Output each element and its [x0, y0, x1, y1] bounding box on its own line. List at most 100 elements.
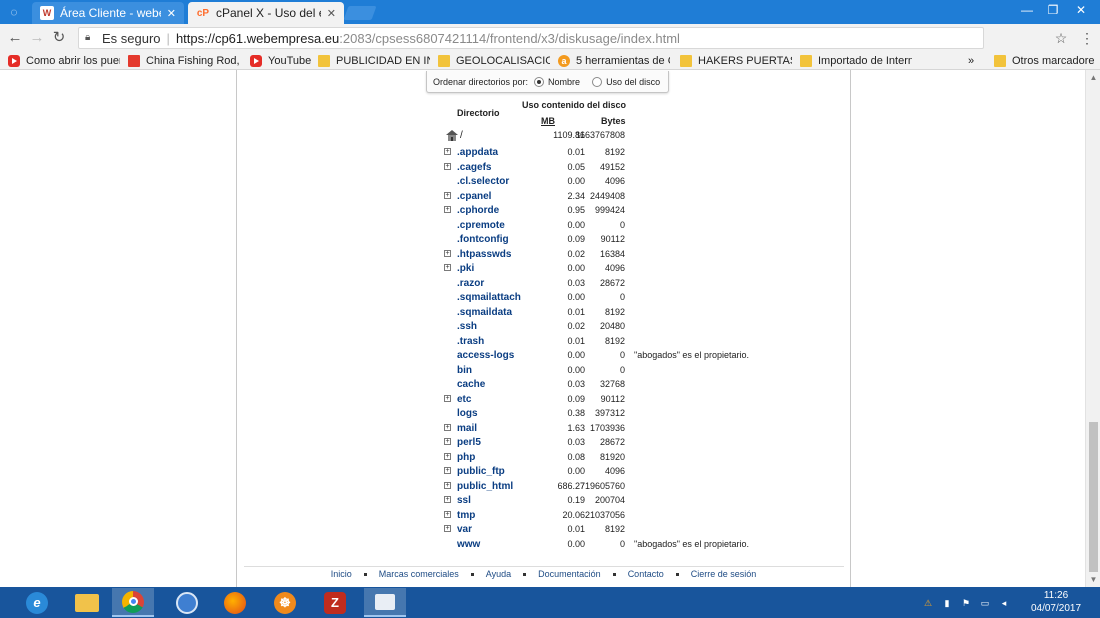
directory-name[interactable]: public_ftp	[457, 466, 505, 477]
close-window-icon[interactable]: ✕	[1068, 0, 1094, 20]
directory-name[interactable]: .cphorde	[457, 205, 499, 216]
directory-row: .razor 0.03 28672	[430, 278, 760, 292]
menu-icon[interactable]: ⋮	[1078, 29, 1096, 47]
expand-icon[interactable]: +	[444, 264, 451, 271]
sort-option-label: Nombre	[548, 76, 581, 87]
footer-link-inicio[interactable]: Inicio	[331, 569, 352, 583]
footer-link-ayuda[interactable]: Ayuda	[486, 569, 511, 583]
bookmarks-overflow-button[interactable]: »	[968, 53, 980, 69]
expand-icon[interactable]: +	[444, 423, 451, 431]
directory-name[interactable]: .fontconfig	[457, 234, 509, 245]
expand-icon[interactable]: +	[444, 249, 451, 257]
network-icon[interactable]: ▮	[941, 597, 953, 609]
warning-icon[interactable]: ⚠	[922, 597, 934, 609]
expand-icon[interactable]: +	[444, 162, 451, 170]
image-viewer-icon[interactable]	[364, 588, 406, 617]
maximize-icon[interactable]: ❐	[1040, 0, 1066, 20]
directory-name[interactable]: logs	[457, 408, 478, 419]
footer-link-cierre[interactable]: Cierre de sesión	[691, 569, 757, 583]
footer-link-contacto[interactable]: Contacto	[628, 569, 664, 583]
directory-name[interactable]: public_html	[457, 481, 513, 492]
sort-by-name-radio[interactable]	[534, 76, 545, 87]
expand-icon[interactable]: +	[444, 510, 451, 518]
close-icon[interactable]: ✕	[167, 7, 176, 20]
directory-name[interactable]: .htpasswds	[457, 249, 511, 260]
directory-name[interactable]: .trash	[457, 336, 484, 347]
directory-name[interactable]: cache	[457, 379, 485, 390]
bookmark-star-icon[interactable]: ☆	[1052, 29, 1070, 47]
directory-name[interactable]: php	[457, 452, 475, 463]
firefox-icon[interactable]	[214, 588, 256, 617]
bookmark-item[interactable]: YouTube	[250, 53, 312, 69]
directory-name[interactable]: .pki	[457, 263, 474, 274]
directory-name[interactable]: .cagefs	[457, 162, 491, 173]
expand-icon[interactable]: +	[444, 438, 451, 445]
back-icon[interactable]: ←	[6, 29, 24, 47]
directory-name[interactable]: var	[457, 524, 472, 535]
expand-icon[interactable]: +	[444, 191, 451, 199]
scroll-thumb[interactable]	[1089, 422, 1098, 572]
directory-name[interactable]: bin	[457, 365, 472, 376]
bookmark-item[interactable]: Como abrir los puertos	[8, 53, 120, 69]
minimize-icon[interactable]: —	[1014, 0, 1040, 20]
bookmark-item[interactable]: a 5 herramientas de Google	[558, 53, 670, 69]
directory-name[interactable]: .cl.selector	[457, 176, 509, 187]
scroll-down-icon[interactable]: ▼	[1089, 575, 1098, 584]
expand-icon[interactable]: +	[444, 206, 451, 213]
expand-icon[interactable]: +	[444, 148, 451, 155]
display-icon[interactable]: ▭	[979, 597, 991, 609]
directory-name[interactable]: etc	[457, 394, 471, 405]
footer-link-marcas[interactable]: Marcas comerciales	[379, 569, 459, 583]
address-bar[interactable]: 🔒︎ Es seguro | https://cp61.webempresa.e…	[78, 27, 984, 49]
directory-name[interactable]: mail	[457, 423, 477, 434]
directory-name[interactable]: /	[460, 130, 463, 141]
clock-time: 11:26	[1043, 590, 1069, 601]
vertical-scrollbar[interactable]: ▲ ▼	[1085, 70, 1100, 587]
expand-icon[interactable]: +	[444, 394, 451, 402]
expand-icon[interactable]: +	[444, 496, 451, 503]
directory-name[interactable]: .appdata	[457, 147, 498, 158]
directory-name[interactable]: www	[457, 539, 480, 550]
scroll-up-icon[interactable]: ▲	[1089, 73, 1098, 82]
bookmark-item[interactable]: PUBLICIDAD EN INTERNET	[318, 53, 430, 69]
expand-icon[interactable]: +	[444, 452, 451, 460]
flag-icon[interactable]: ⚑	[960, 597, 972, 609]
other-bookmarks[interactable]: Otros marcadores	[994, 53, 1094, 69]
new-tab-button[interactable]	[343, 6, 377, 20]
footer-link-documentacion[interactable]: Documentación	[538, 569, 601, 583]
volume-icon[interactable]: ◂	[998, 597, 1010, 609]
directory-name[interactable]: perl5	[457, 437, 481, 448]
tab-area-cliente[interactable]: W Área Cliente - webempresa ✕	[32, 2, 184, 24]
forward-icon[interactable]: →	[28, 29, 46, 47]
reload-icon[interactable]: ↻	[50, 29, 68, 47]
directory-name[interactable]: ssl	[457, 495, 471, 506]
bookmark-item[interactable]: GEOLOCALISACION IP	[438, 53, 550, 69]
taskbar-clock[interactable]: 11:26 04/07/2017	[1028, 589, 1084, 615]
directory-name[interactable]: tmp	[457, 510, 475, 521]
sort-by-usage-radio[interactable]	[592, 76, 603, 87]
bookmark-item[interactable]: HAKERS PUERTAS TRASERAS	[680, 53, 792, 69]
directory-name[interactable]: access-logs	[457, 350, 514, 361]
filezilla-icon[interactable]: Z	[314, 588, 356, 617]
tab-cpanel[interactable]: cP cPanel X - Uso del espacio ✕	[188, 2, 344, 24]
file-explorer-icon[interactable]	[66, 588, 108, 617]
google-earth-icon[interactable]	[166, 588, 208, 617]
helm-icon[interactable]: ☸	[264, 588, 306, 617]
directory-name[interactable]: .sqmaildata	[457, 307, 512, 318]
aliexpress-icon	[128, 55, 140, 67]
expand-icon[interactable]: +	[444, 481, 451, 489]
chrome-icon[interactable]	[112, 588, 154, 617]
bookmark-item[interactable]: China Fishing Rod, Fi	[128, 53, 240, 69]
close-icon[interactable]: ✕	[327, 7, 336, 20]
directory-row: .cl.selector 0.00 4096	[430, 176, 760, 190]
directory-name[interactable]: .cpremote	[457, 220, 505, 231]
mb-header[interactable]: MB	[541, 116, 555, 126]
expand-icon[interactable]: +	[444, 467, 451, 474]
directory-name[interactable]: .cpanel	[457, 191, 491, 202]
bookmark-item[interactable]: Importado de Internet	[800, 53, 912, 69]
internet-explorer-icon[interactable]: e	[16, 588, 58, 617]
chrome-logo-icon[interactable]: ◌	[6, 4, 22, 20]
directory-name[interactable]: .ssh	[457, 321, 477, 332]
expand-icon[interactable]: +	[444, 525, 451, 532]
directory-name[interactable]: .razor	[457, 278, 484, 289]
